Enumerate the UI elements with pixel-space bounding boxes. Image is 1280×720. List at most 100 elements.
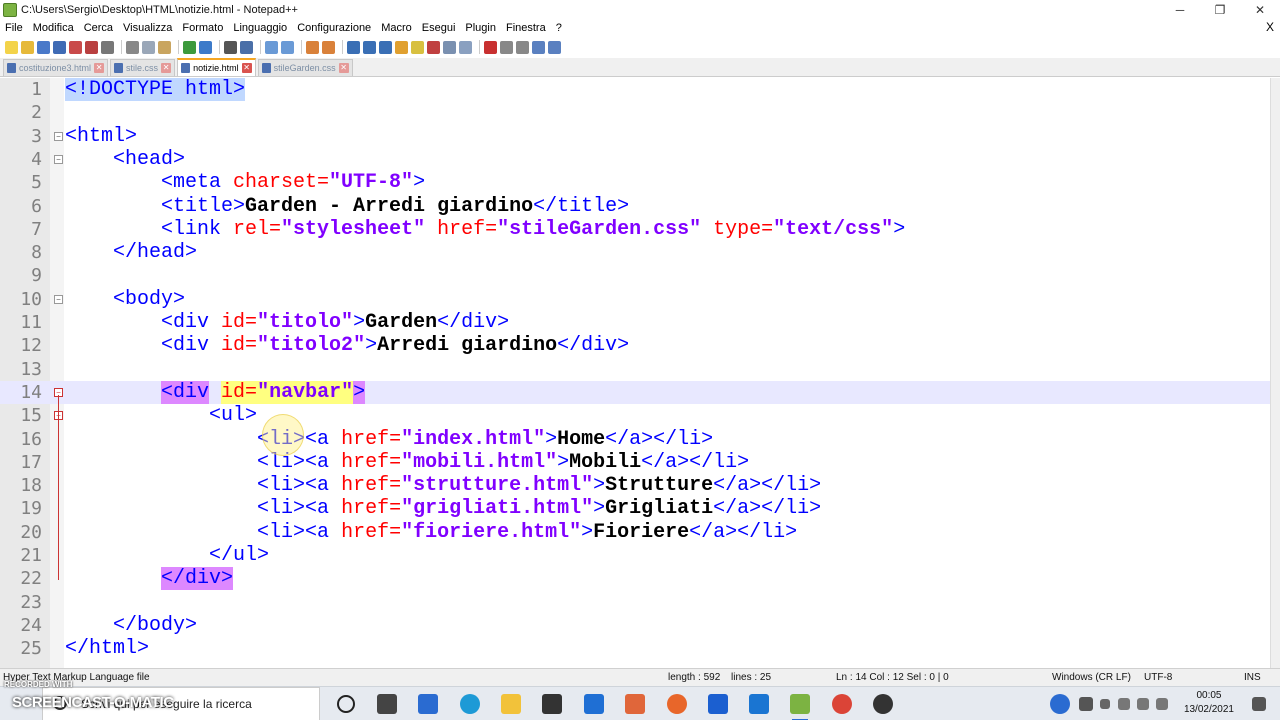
stop-macro-icon[interactable] <box>500 40 513 54</box>
word-wrap-icon[interactable] <box>347 40 360 54</box>
menu-formato[interactable]: Formato <box>177 22 228 34</box>
battery-icon[interactable] <box>1118 698 1130 710</box>
notifications-icon[interactable] <box>1252 697 1266 711</box>
fold-toggle-icon[interactable]: − <box>54 154 63 164</box>
calculator-icon[interactable] <box>418 694 438 714</box>
open-file-icon[interactable] <box>21 40 34 54</box>
zoom-out-icon[interactable] <box>281 40 294 54</box>
tray-chevron-icon[interactable] <box>1100 699 1110 709</box>
menu-configurazione[interactable]: Configurazione <box>292 22 376 34</box>
minimize-button[interactable]: ─ <box>1160 0 1200 20</box>
tab-close-icon[interactable]: ✕ <box>241 63 252 73</box>
firefox-icon[interactable] <box>667 694 687 714</box>
run-macro-multiple-icon[interactable] <box>532 40 545 54</box>
task-view-icon[interactable] <box>377 694 397 714</box>
xampp-icon[interactable] <box>625 694 645 714</box>
menu-macro[interactable]: Macro <box>376 22 417 34</box>
indent-guide-icon[interactable] <box>379 40 392 54</box>
tag-token: </head> <box>113 241 198 265</box>
copy-icon[interactable] <box>142 40 155 54</box>
screencast-recorder-icon[interactable] <box>873 694 893 714</box>
menu-plugin[interactable]: Plugin <box>460 22 501 34</box>
tag-token: <a <box>305 520 342 544</box>
line-number: 1 <box>31 79 42 100</box>
tag-token: <div <box>161 380 210 404</box>
tab-close-icon[interactable]: ✕ <box>94 63 105 73</box>
tag-token: <div <box>161 311 222 334</box>
value-token: "grigliati.html" <box>401 497 594 521</box>
fold-toggle-icon[interactable]: − <box>54 294 63 304</box>
edge-icon[interactable] <box>460 694 480 714</box>
tab-notizie-html[interactable]: notizie.html ✕ <box>177 58 256 76</box>
show-all-chars-icon[interactable] <box>363 40 376 54</box>
file-explorer-icon[interactable] <box>501 694 521 714</box>
redo-icon[interactable] <box>199 40 212 54</box>
notepadpp-taskbar-icon[interactable] <box>790 694 810 720</box>
paste-icon[interactable] <box>158 40 171 54</box>
menu-visualizza[interactable]: Visualizza <box>118 22 177 34</box>
menu-finestra[interactable]: Finestra <box>501 22 551 34</box>
line-text: <ul> <box>65 404 257 427</box>
maximize-button[interactable]: ❐ <box>1200 0 1240 20</box>
sync-vertical-icon[interactable] <box>306 40 319 54</box>
zoom-in-icon[interactable] <box>265 40 278 54</box>
code-line: 1 <!DOCTYPE html> <box>0 78 1270 101</box>
close-all-icon[interactable] <box>85 40 98 54</box>
sync-horizontal-icon[interactable] <box>322 40 335 54</box>
tag-token: > <box>353 380 366 404</box>
close-button[interactable]: ✕ <box>1240 0 1280 20</box>
cut-icon[interactable] <box>126 40 139 54</box>
menu-modifica[interactable]: Modifica <box>28 22 79 34</box>
fold-toggle-icon[interactable]: − <box>54 131 63 141</box>
menu-file[interactable]: File <box>0 22 28 34</box>
cortana-icon[interactable] <box>337 695 355 713</box>
code-editor[interactable]: 1 <!DOCTYPE html> 2 3 − <html> 4 − <head… <box>0 78 1270 668</box>
volume-icon[interactable] <box>1156 698 1168 710</box>
help-icon[interactable] <box>1050 694 1070 714</box>
line-text: <li><a href="grigliati.html">Grigliati</… <box>65 497 821 520</box>
tag-token: > <box>557 450 570 474</box>
save-icon[interactable] <box>37 40 50 54</box>
doc-map-icon[interactable] <box>411 40 424 54</box>
tab-costituzione3[interactable]: costituzione3.html ✕ <box>3 59 109 76</box>
monitoring-icon[interactable] <box>459 40 472 54</box>
mail-icon[interactable] <box>749 694 769 714</box>
record-macro-icon[interactable] <box>484 40 497 54</box>
chrome-icon[interactable] <box>832 694 852 714</box>
network-icon[interactable] <box>1137 698 1149 710</box>
function-list-icon[interactable] <box>427 40 440 54</box>
close-file-icon[interactable] <box>69 40 82 54</box>
line-text: </head> <box>65 241 197 264</box>
vertical-scrollbar[interactable] <box>1270 78 1280 668</box>
replace-icon[interactable] <box>240 40 253 54</box>
menu-cerca[interactable]: Cerca <box>79 22 118 34</box>
new-file-icon[interactable] <box>5 40 18 54</box>
taskbar-clock[interactable]: 00:05 13/02/2021 <box>1184 689 1234 717</box>
store-icon[interactable] <box>542 694 562 714</box>
people-icon[interactable] <box>1079 697 1093 711</box>
menu-help[interactable]: ? <box>551 22 567 34</box>
value-token: "text/css" <box>773 217 894 241</box>
menu-linguaggio[interactable]: Linguaggio <box>228 22 292 34</box>
tag-token: </a></li> <box>641 450 750 474</box>
play-macro-icon[interactable] <box>516 40 529 54</box>
tab-close-icon[interactable]: ✕ <box>338 63 349 73</box>
tab-stile-css[interactable]: stile.css ✕ <box>110 59 176 76</box>
value-token: "fioriere.html" <box>401 520 582 544</box>
undo-icon[interactable] <box>183 40 196 54</box>
tab-close-icon[interactable]: ✕ <box>161 63 172 73</box>
user-lang-icon[interactable] <box>395 40 408 54</box>
vscode-icon[interactable] <box>584 694 604 714</box>
menu-esegui[interactable]: Esegui <box>417 22 461 34</box>
save-all-icon[interactable] <box>53 40 66 54</box>
code-line: 18 <li><a href="strutture.html">Struttur… <box>0 474 1270 497</box>
dropbox-icon[interactable] <box>708 694 728 714</box>
print-icon[interactable] <box>101 40 114 54</box>
save-macro-icon[interactable] <box>548 40 561 54</box>
code-line: 4 − <head> <box>0 148 1270 171</box>
close-document-button[interactable]: X <box>1266 20 1274 34</box>
tab-stilegarden-css[interactable]: stileGarden.css ✕ <box>257 59 353 76</box>
attr-token: href= <box>341 520 402 544</box>
folder-as-workspace-icon[interactable] <box>443 40 456 54</box>
find-icon[interactable] <box>224 40 237 54</box>
